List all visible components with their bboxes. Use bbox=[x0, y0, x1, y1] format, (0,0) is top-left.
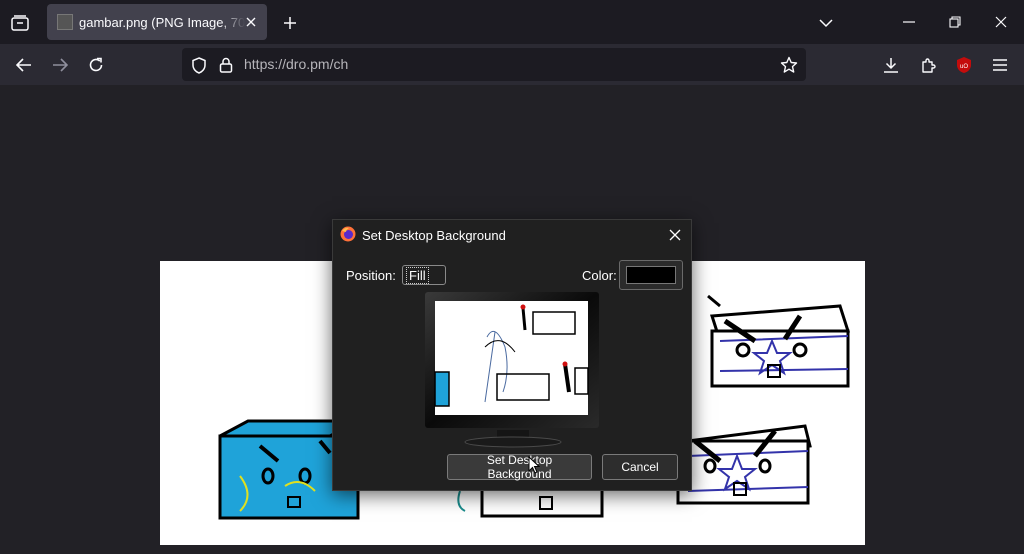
cancel-button[interactable]: Cancel bbox=[602, 454, 678, 480]
color-swatch bbox=[626, 266, 676, 284]
reload-icon[interactable] bbox=[83, 52, 109, 78]
menu-icon[interactable] bbox=[987, 52, 1013, 78]
position-select[interactable]: Fill bbox=[402, 265, 446, 285]
url-bar[interactable]: https://dro.pm/ch bbox=[182, 48, 806, 81]
svg-text:uO: uO bbox=[960, 64, 968, 70]
image-favicon bbox=[57, 14, 73, 30]
back-arrow-icon[interactable] bbox=[11, 52, 37, 78]
star-icon[interactable] bbox=[780, 56, 798, 74]
extensions-icon[interactable] bbox=[915, 52, 941, 78]
navigation-toolbar: https://dro.pm/ch uO bbox=[0, 44, 1024, 85]
download-icon[interactable] bbox=[878, 52, 904, 78]
color-picker-button[interactable] bbox=[619, 260, 683, 290]
monitor-preview bbox=[425, 292, 599, 430]
active-tab[interactable]: gambar.png (PNG Image, 705 × 284 pixels) bbox=[47, 4, 267, 40]
position-label: Position: bbox=[346, 268, 396, 283]
tab-list-icon[interactable] bbox=[8, 11, 32, 35]
url-text: https://dro.pm/ch bbox=[244, 56, 349, 72]
close-icon[interactable] bbox=[243, 14, 259, 30]
close-icon[interactable] bbox=[665, 225, 685, 245]
forward-arrow-icon[interactable] bbox=[47, 52, 73, 78]
firefox-icon bbox=[340, 226, 356, 242]
plus-icon[interactable] bbox=[278, 11, 302, 35]
monitor-stand bbox=[464, 430, 562, 448]
position-value: Fill bbox=[406, 267, 429, 284]
restore-icon[interactable] bbox=[941, 8, 969, 36]
shield-icon[interactable] bbox=[190, 56, 208, 74]
chevron-down-icon[interactable] bbox=[814, 11, 838, 35]
dialog-title: Set Desktop Background bbox=[362, 228, 506, 243]
ublock-icon[interactable]: uO bbox=[951, 52, 977, 78]
minimize-icon[interactable] bbox=[895, 8, 923, 36]
set-desktop-background-dialog: Set Desktop Background Position: Fill Co… bbox=[332, 219, 692, 491]
mouse-cursor-icon bbox=[528, 456, 540, 474]
close-window-icon[interactable] bbox=[987, 8, 1015, 36]
lock-icon[interactable] bbox=[217, 56, 235, 74]
tab-strip: gambar.png (PNG Image, 705 × 284 pixels) bbox=[0, 0, 1024, 44]
set-desktop-background-button[interactable]: Set Desktop Background bbox=[447, 453, 592, 481]
color-label: Color: bbox=[582, 268, 617, 283]
tab-title: gambar.png (PNG Image, 705 × 284 pixels) bbox=[79, 14, 245, 30]
